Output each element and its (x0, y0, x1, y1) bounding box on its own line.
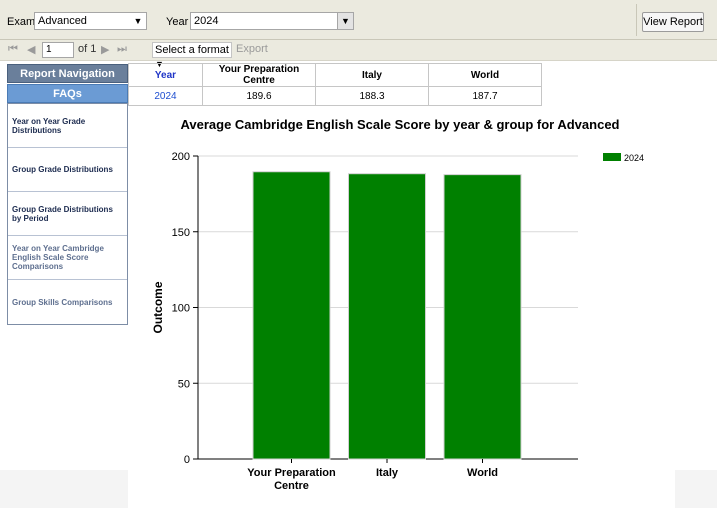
bar (252, 171, 331, 460)
year-select[interactable]: 2024 ▼ (190, 12, 354, 30)
year-value: 2024 (194, 15, 219, 27)
parameter-bar: Exam Advanced ▼ Year 2024 ▼ View Report (0, 0, 717, 40)
exam-select[interactable]: Advanced ▼ (34, 12, 147, 30)
export-format-select[interactable]: Select a format ▼ (152, 42, 232, 69)
faqs-link[interactable]: FAQs (7, 84, 128, 103)
table-cell: 187.7 (428, 86, 542, 106)
table-header-row: Year Your Preparation Centre Italy World (128, 63, 542, 87)
table-row: 2024 189.6 188.3 187.7 (128, 86, 542, 106)
x-tick-label: Your Preparation Centre (247, 467, 336, 492)
legend-label: 2024 (624, 153, 644, 163)
bar (443, 174, 522, 460)
chart-title: Average Cambridge English Scale Score by… (180, 117, 619, 132)
table-cell-year[interactable]: 2024 (128, 86, 203, 106)
table-header: Year (128, 63, 203, 87)
footer-strip-right (675, 470, 717, 508)
dropdown-arrow-icon: ▼ (337, 13, 353, 29)
nav-item-group-grade-distributions-by-period[interactable]: Group Grade Distributions by Period (8, 192, 127, 236)
bar (348, 173, 426, 460)
table-header: Italy (315, 63, 429, 87)
format-placeholder: Select a format (155, 44, 229, 56)
y-tick-label: 50 (178, 378, 190, 390)
exam-value: Advanced (38, 15, 87, 27)
x-tick-label: World (467, 467, 498, 479)
chevron-down-icon: ▼ (133, 16, 143, 26)
nav-item-group-skills-comparisons[interactable]: Group Skills Comparisons (8, 280, 127, 324)
table-cell: 189.6 (202, 86, 316, 106)
y-axis-label: Outcome (151, 281, 165, 333)
report-toolbar: ⏮ ◀ 1 of 1 ▶ ⏭ Select a format ▼ Export (0, 40, 717, 69)
page-number-input[interactable]: 1 (42, 42, 74, 58)
table-header: World (428, 63, 542, 87)
first-page-icon[interactable]: ⏮ (8, 43, 18, 56)
year-label: Year (166, 16, 189, 28)
y-tick-label: 0 (184, 454, 190, 466)
summary-table: Year Your Preparation Centre Italy World… (128, 63, 542, 106)
next-page-icon[interactable]: ▶ (101, 43, 109, 56)
nav-item-year-on-year-scale-score-comparisons[interactable]: Year on Year Cambridge English Scale Sco… (8, 236, 127, 280)
previous-page-icon[interactable]: ◀ (27, 43, 35, 56)
nav-item-group-grade-distributions[interactable]: Group Grade Distributions (8, 148, 127, 192)
report-navigation: Report Navigation FAQs Year on Year Grad… (7, 64, 128, 325)
legend-swatch (603, 153, 621, 161)
export-link[interactable]: Export (236, 43, 268, 55)
nav-item-year-on-year-grade-distributions[interactable]: Year on Year Grade Distributions (8, 104, 127, 148)
view-report-button[interactable]: View Report (642, 12, 704, 32)
report-navigation-title: Report Navigation (7, 64, 128, 83)
footer-strip (0, 470, 128, 508)
y-tick-label: 150 (172, 227, 190, 239)
table-header: Your Preparation Centre (202, 63, 316, 87)
y-tick-label: 100 (172, 303, 190, 315)
last-page-icon[interactable]: ⏭ (117, 43, 127, 56)
navigation-list: Year on Year Grade Distributions Group G… (7, 103, 128, 325)
bar-chart: Average Cambridge English Scale Score by… (151, 117, 644, 492)
x-tick-label: Italy (376, 467, 399, 479)
y-tick-label: 200 (172, 151, 190, 163)
divider (636, 4, 637, 36)
exam-label: Exam (7, 16, 36, 28)
table-cell: 188.3 (315, 86, 429, 106)
page-count: of 1 (78, 43, 97, 55)
